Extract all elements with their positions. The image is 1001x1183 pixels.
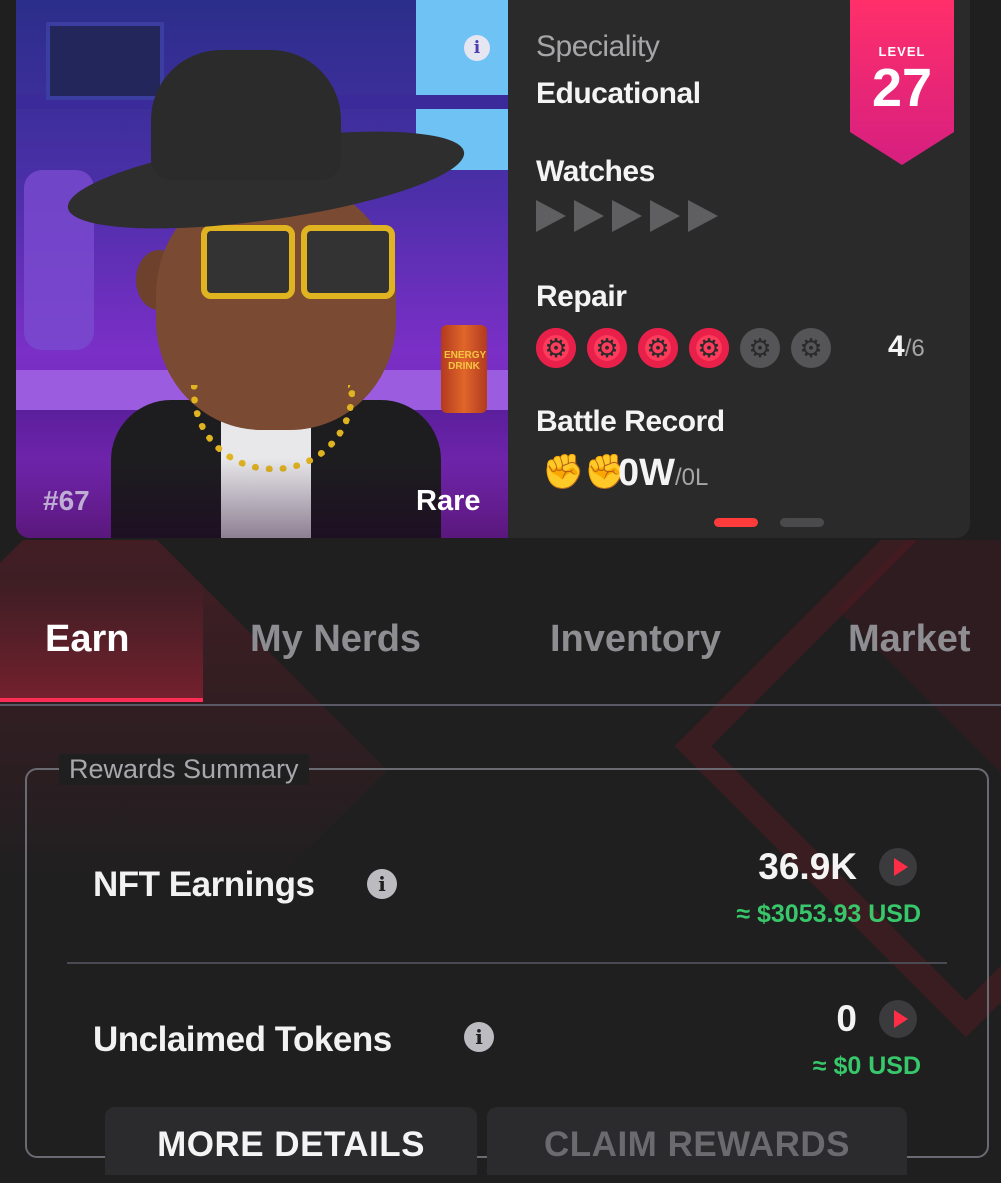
- divider: [67, 962, 947, 964]
- unclaimed-tokens-value: 0: [836, 998, 857, 1039]
- rarity-label: Rare: [416, 485, 481, 517]
- wrench-gear-icon: ⚙: [740, 328, 780, 368]
- play-arrow-icon: [574, 200, 604, 232]
- repair-count: 4/6: [888, 330, 925, 363]
- wrench-gear-icon: ⚙: [638, 328, 678, 368]
- nft-card: ENERGY DRINK i #67 Rare Speciality Educa…: [16, 0, 970, 538]
- repair-label: Repair: [536, 280, 627, 313]
- unclaimed-tokens-usd: ≈ $0 USD: [812, 1052, 921, 1080]
- nft-id: #67: [43, 485, 90, 516]
- carousel-dot-2[interactable]: [780, 518, 824, 527]
- carousel-dots[interactable]: [714, 518, 824, 527]
- speciality-label: Speciality: [536, 30, 660, 63]
- info-icon[interactable]: i: [464, 35, 490, 61]
- watches-label: Watches: [536, 155, 655, 188]
- battle-record-label: Battle Record: [536, 405, 725, 438]
- info-icon[interactable]: i: [464, 1022, 494, 1052]
- play-icon[interactable]: [879, 848, 917, 886]
- fedora-hat: [151, 50, 341, 180]
- level-badge: LEVEL 27: [850, 0, 954, 165]
- tab-my-nerds[interactable]: My Nerds: [250, 580, 421, 702]
- watches-indicator: [536, 200, 718, 232]
- play-arrow-icon: [612, 200, 642, 232]
- tab-market[interactable]: Market: [848, 580, 971, 702]
- rewards-summary-title: Rewards Summary: [59, 754, 309, 785]
- claim-rewards-button[interactable]: CLAIM REWARDS: [487, 1107, 907, 1175]
- repair-indicator: ⚙ ⚙ ⚙ ⚙ ⚙ ⚙: [536, 328, 831, 368]
- rewards-summary: Rewards Summary NFT Earnings i 36.9K ≈ $…: [25, 754, 989, 1158]
- level-value: 27: [871, 58, 933, 118]
- play-arrow-icon: [650, 200, 680, 232]
- battle-record: 0W/0L: [618, 452, 709, 494]
- nft-artwork: ENERGY DRINK i #67 Rare: [16, 0, 508, 538]
- play-icon[interactable]: [879, 1000, 917, 1038]
- more-details-button[interactable]: MORE DETAILS: [105, 1107, 477, 1175]
- carousel-dot-1[interactable]: [714, 518, 758, 527]
- sunglasses: [201, 225, 396, 299]
- wrench-gear-icon: ⚙: [689, 328, 729, 368]
- wrench-gear-icon: ⚙: [587, 328, 627, 368]
- nft-earnings-label: NFT Earnings: [93, 865, 315, 904]
- wrench-gear-icon: ⚙: [791, 328, 831, 368]
- info-icon[interactable]: i: [367, 869, 397, 899]
- tab-inventory[interactable]: Inventory: [550, 580, 721, 702]
- play-arrow-icon: [536, 200, 566, 232]
- tab-bar: Earn My Nerds Inventory Market: [0, 580, 1001, 706]
- nft-earnings-usd: ≈ $3053.93 USD: [736, 900, 921, 928]
- speciality-value: Educational: [536, 77, 701, 110]
- tab-earn[interactable]: Earn: [0, 580, 203, 702]
- unclaimed-tokens-label: Unclaimed Tokens: [93, 1020, 392, 1059]
- wrench-gear-icon: ⚙: [536, 328, 576, 368]
- nft-earnings-value: 36.9K: [758, 846, 857, 887]
- play-arrow-icon: [688, 200, 718, 232]
- can-label: ENERGY DRINK: [444, 350, 487, 372]
- boxing-gloves-icon: ✊✊: [542, 453, 627, 491]
